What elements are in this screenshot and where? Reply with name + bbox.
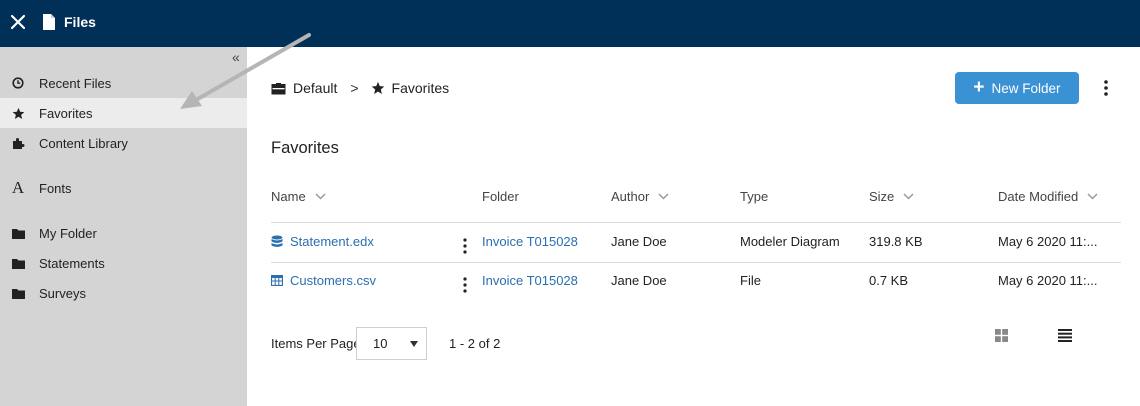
puzzle-icon [11, 136, 25, 150]
sidebar-item-fonts[interactable]: A Fonts [0, 173, 247, 203]
author-cell: Jane Doe [611, 234, 667, 249]
chevron-down-icon [903, 193, 914, 200]
size-cell: 319.8 KB [869, 234, 923, 249]
app-title: Files [64, 14, 96, 30]
database-icon [271, 235, 283, 247]
column-header-label: Folder [482, 189, 519, 204]
folder-icon [11, 256, 25, 270]
sidebar-item-content-library[interactable]: Content Library [0, 128, 247, 158]
column-header-type: Type [740, 189, 768, 204]
date-modified-cell: May 6 2020 11:... [998, 273, 1098, 288]
breadcrumb-root-label: Default [293, 80, 338, 96]
section-title: Favorites [271, 139, 339, 157]
breadcrumb-current: Favorites [371, 80, 450, 96]
sidebar-item-label: Statements [39, 255, 105, 271]
column-header-label: Author [611, 189, 650, 204]
table-divider [271, 222, 1121, 223]
column-header-name[interactable]: Name [271, 189, 326, 204]
folder-link[interactable]: Invoice T015028 [482, 234, 578, 249]
star-icon [371, 81, 384, 94]
table-icon [271, 275, 283, 286]
close-icon[interactable] [9, 13, 27, 31]
author-cell: Jane Doe [611, 273, 667, 288]
sidebar-item-label: Content Library [39, 135, 128, 151]
row-menu-icon[interactable] [460, 276, 470, 294]
column-header-label: Date Modified [998, 189, 1079, 204]
sidebar-item-statements[interactable]: Statements [0, 248, 247, 278]
new-folder-button[interactable]: + New Folder [955, 72, 1079, 104]
items-per-page-value: 10 [373, 336, 388, 351]
file-name: Statement.edx [290, 234, 374, 249]
column-header-folder: Folder [482, 189, 519, 204]
chevron-down-icon [1087, 193, 1098, 200]
file-name: Customers.csv [290, 273, 376, 288]
sidebar-item-label: My Folder [39, 225, 97, 241]
type-cell: File [740, 273, 761, 288]
pagination-range: 1 - 2 of 2 [449, 336, 501, 351]
column-header-date-modified[interactable]: Date Modified [998, 189, 1098, 204]
column-header-author[interactable]: Author [611, 189, 669, 204]
star-icon [11, 106, 25, 120]
more-options-icon[interactable] [1100, 78, 1112, 98]
row-menu-icon[interactable] [460, 237, 470, 255]
file-name-link[interactable]: Statement.edx [271, 234, 374, 249]
grid-view-icon[interactable] [995, 329, 1008, 342]
date-modified-cell: May 6 2020 11:... [998, 234, 1098, 249]
sidebar-item-my-folder[interactable]: My Folder [0, 218, 247, 248]
chevron-down-icon [315, 193, 326, 200]
sidebar-item-label: Favorites [39, 105, 93, 121]
collapse-sidebar-button[interactable]: « [232, 50, 240, 64]
type-cell: Modeler Diagram [740, 234, 840, 249]
file-name-link[interactable]: Customers.csv [271, 273, 376, 288]
column-header-label: Name [271, 189, 306, 204]
breadcrumb-current-label: Favorites [391, 80, 450, 96]
chevron-down-icon [658, 193, 669, 200]
breadcrumb-separator: > [350, 80, 359, 96]
sidebar-item-label: Fonts [39, 180, 72, 196]
clock-icon [11, 76, 25, 90]
font-icon: A [11, 178, 25, 197]
items-per-page-label: Items Per Page [271, 336, 361, 351]
folder-icon [11, 286, 25, 300]
sidebar-item-label: Surveys [39, 285, 86, 301]
list-view-icon[interactable] [1058, 329, 1072, 342]
folder-icon [11, 226, 25, 240]
sidebar-item-favorites[interactable]: Favorites [0, 98, 247, 128]
column-header-label: Size [869, 189, 895, 204]
sidebar-item-recent-files[interactable]: Recent Files [0, 68, 247, 98]
file-icon [43, 14, 55, 30]
sidebar-item-label: Recent Files [39, 75, 112, 91]
breadcrumb: Default > Favorites [271, 79, 449, 97]
column-header-size[interactable]: Size [869, 189, 914, 204]
top-bar: Files [0, 0, 1140, 47]
sidebar: « Recent Files Favorites Content Library… [0, 47, 247, 406]
sidebar-item-surveys[interactable]: Surveys [0, 278, 247, 308]
items-per-page-select[interactable]: 10 [356, 327, 427, 360]
column-header-label: Type [740, 189, 769, 204]
breadcrumb-root[interactable]: Default [271, 80, 337, 96]
caret-down-icon [410, 341, 418, 347]
folder-link[interactable]: Invoice T015028 [482, 273, 578, 288]
size-cell: 0.7 KB [869, 273, 909, 288]
row-divider [271, 262, 1121, 263]
new-folder-label: New Folder [991, 80, 1061, 96]
plus-icon: + [973, 77, 985, 98]
briefcase-icon [271, 82, 286, 94]
